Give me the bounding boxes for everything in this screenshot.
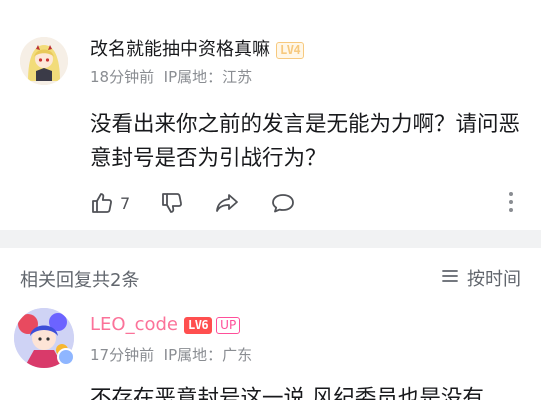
comment-ip-location: IP属地：江苏 (163, 68, 253, 86)
like-button[interactable]: 7 (90, 188, 130, 218)
comment-icon (270, 191, 296, 215)
sort-label: 按时间 (467, 269, 521, 290)
verified-badge-icon (57, 348, 75, 366)
comment-time: 18分钟前 (90, 68, 155, 86)
level-badge: LV4 (276, 41, 305, 59)
reply-username[interactable]: LEO_code (90, 314, 178, 335)
reply-meta: 17分钟前 IP属地：广东 (90, 344, 252, 365)
reply-time: 17分钟前 (90, 346, 155, 364)
comment-actions: 7 (90, 188, 530, 218)
reply-username-row: LEO_code LV6 UP (90, 314, 241, 335)
commenter-username-row: 改名就能抽中资格真嘛 LV4 (90, 35, 305, 61)
share-icon (214, 191, 240, 215)
thumb-up-icon (90, 191, 114, 215)
more-vertical-icon[interactable] (508, 192, 514, 214)
like-count: 7 (120, 193, 131, 213)
reply-item: LEO_code LV6 UP 17分钟前 IP属地：广东 不存在恶意封号这一说 风… (0, 300, 541, 400)
replies-header: 相关回复共2条 按时间 (0, 248, 541, 300)
replies-count-title: 相关回复共2条 (20, 270, 140, 291)
comment-card: 改名就能抽中资格真嘛 LV4 18分钟前 IP属地：江苏 没看出来你之前的发言是无… (0, 0, 541, 230)
reply-button[interactable] (270, 188, 296, 218)
sort-by-time-button[interactable]: 按时间 (441, 265, 521, 291)
up-badge: UP (216, 316, 241, 334)
reply-ip-location: IP属地：广东 (163, 346, 253, 364)
section-divider (0, 230, 541, 248)
share-button[interactable] (214, 188, 240, 218)
reply-text: 不存在恶意封号这一说 风纪委员也是没有 (90, 386, 484, 400)
commenter-avatar[interactable] (20, 37, 68, 85)
thumb-down-icon (160, 191, 184, 215)
comment-text: 没看出来你之前的发言是无能为力啊？请问恶意封号是否为引战行为？ (90, 112, 521, 171)
dislike-button[interactable] (160, 188, 184, 218)
commenter-username[interactable]: 改名就能抽中资格真嘛 (90, 39, 270, 60)
comment-meta: 18分钟前 IP属地：江苏 (90, 66, 252, 87)
sort-lines-icon (441, 268, 467, 289)
reply-level-badge: LV6 (183, 316, 213, 334)
